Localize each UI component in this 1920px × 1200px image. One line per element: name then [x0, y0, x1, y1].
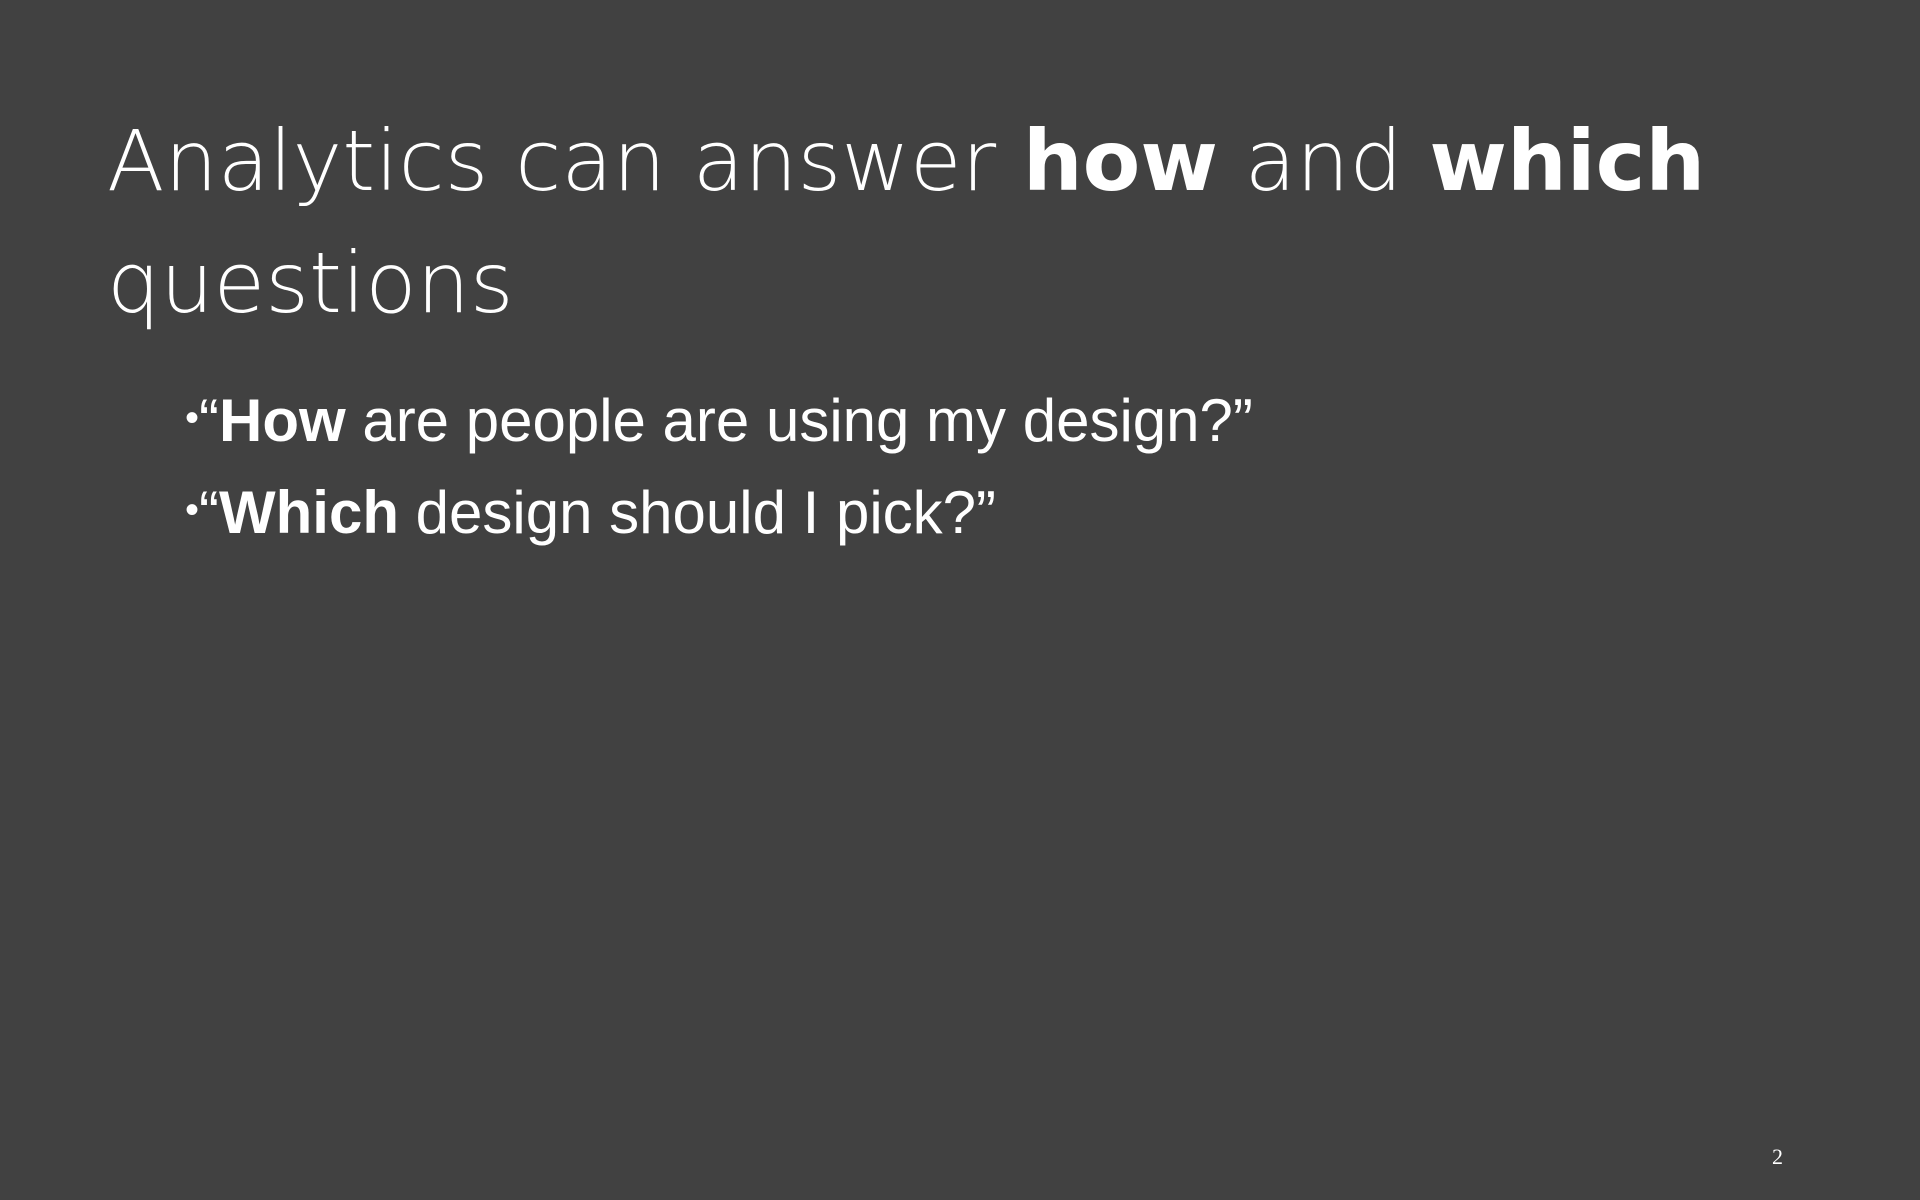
bullet-open-quote: “: [199, 387, 219, 454]
slide: Analytics can answer how and which quest…: [0, 0, 1920, 1200]
slide-title: Analytics can answer how and which quest…: [107, 100, 1807, 344]
bullet-marker: •: [185, 396, 200, 440]
bullet-emphasis: How: [219, 387, 346, 454]
bullet-list: •“How are people are using my design?” •…: [185, 372, 1253, 556]
title-emphasis-how: how: [1022, 112, 1218, 210]
bullet-marker: •: [185, 488, 200, 532]
bullet-text: are people are using my design?”: [345, 387, 1253, 454]
bullet-emphasis: Which: [219, 479, 399, 546]
bullet-open-quote: “: [199, 479, 219, 546]
title-text-3: questions: [107, 234, 514, 332]
page-number: 2: [1772, 1144, 1783, 1169]
title-text-1: Analytics can answer: [107, 112, 1023, 210]
bullet-text: design should I pick?”: [398, 479, 996, 546]
bullet-item: •“How are people are using my design?”: [185, 372, 1253, 464]
title-emphasis-which: which: [1429, 112, 1706, 210]
bullet-item: •“Which design should I pick?”: [185, 464, 1253, 556]
title-text-2: and: [1217, 112, 1430, 210]
